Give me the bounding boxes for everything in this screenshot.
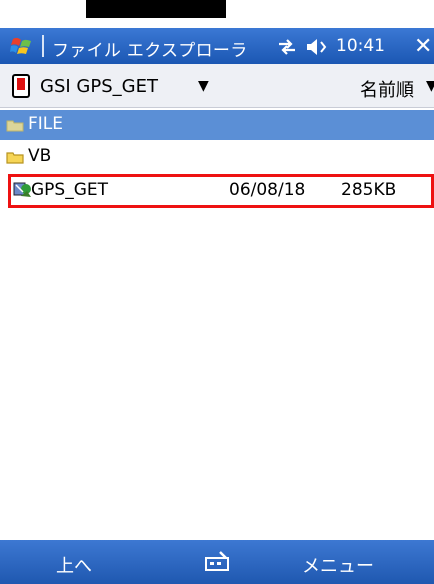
volume-icon[interactable] <box>305 38 331 56</box>
window-title: ファイル エクスプローラ <box>52 41 248 61</box>
program-icon <box>13 182 31 197</box>
file-list: FILE VB GPS_GET 06/08/18 285KB <box>0 108 434 540</box>
clock[interactable]: 10:41 <box>336 36 385 56</box>
folder-icon <box>6 152 24 164</box>
title-bar: ファイル エクスプローラ 10:41 ✕ <box>0 28 434 64</box>
chevron-down-icon[interactable]: ▼ <box>198 78 209 94</box>
folder-dropdown[interactable]: GSI GPS_GET <box>40 76 158 97</box>
keyboard-icon[interactable] <box>204 550 232 572</box>
connectivity-icon[interactable] <box>276 38 298 56</box>
top-decoration <box>0 0 434 28</box>
list-item-vb[interactable]: VB <box>0 142 434 172</box>
folder-icon <box>6 120 24 132</box>
sort-dropdown[interactable]: 名前順 <box>360 76 414 102</box>
menu-softkey[interactable]: メニュー <box>302 552 374 578</box>
list-item-gps-get[interactable]: GPS_GET 06/08/18 285KB <box>8 174 434 208</box>
sort-chevron-icon[interactable]: ▼ <box>426 78 434 94</box>
top-black-bar <box>86 0 226 18</box>
file-name: FILE <box>28 114 64 134</box>
up-softkey[interactable]: 上へ <box>56 552 92 578</box>
list-item-file[interactable]: FILE <box>0 110 434 140</box>
close-button[interactable]: ✕ <box>414 34 432 59</box>
title-separator <box>42 35 44 57</box>
file-name: VB <box>28 146 52 166</box>
folder-path-bar: GSI GPS_GET ▼ 名前順 ▼ <box>0 64 434 108</box>
file-name: GPS_GET <box>31 180 109 200</box>
storage-card-icon <box>12 74 30 98</box>
file-date: 06/08/18 <box>229 180 306 200</box>
softkey-bar: 上へ メニュー <box>0 540 434 584</box>
file-size: 285KB <box>341 180 397 200</box>
windows-logo-icon[interactable] <box>10 34 34 58</box>
